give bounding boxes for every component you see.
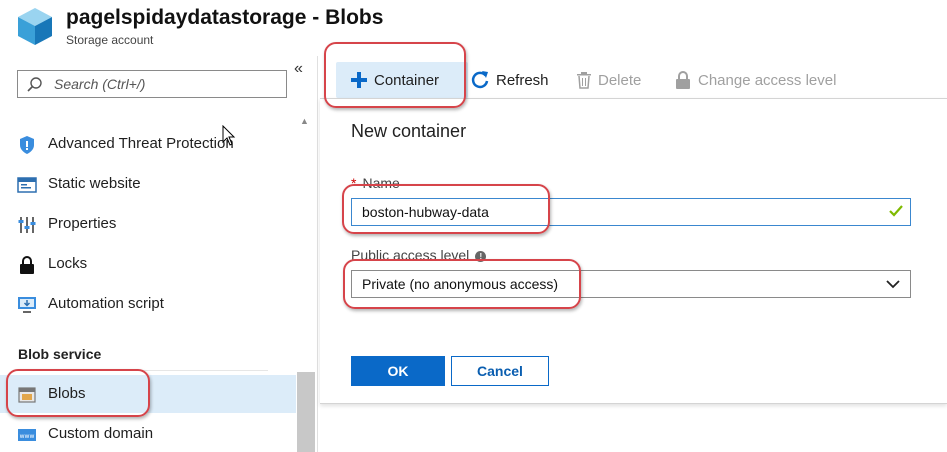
website-icon [17,177,37,193]
scrollbar-thumb[interactable] [297,372,315,452]
lock-icon [676,71,690,89]
collapse-menu-button[interactable]: « [294,60,303,78]
ok-button[interactable]: OK [351,356,445,386]
properties-icon [18,217,36,233]
search-input[interactable] [54,74,280,94]
sidebar-item-label: Custom domain [48,425,154,442]
search-box[interactable] [17,70,287,98]
storage-account-icon [18,8,52,45]
automation-icon [18,297,36,313]
new-container-dialog: New container * Name Public access level!… [320,98,947,404]
sidebar-item-custom-domain[interactable]: www Custom domain [0,415,296,452]
access-level-dropdown[interactable]: Private (no anonymous access) [351,270,911,298]
sidebar-item-label: Properties [48,215,117,232]
svg-text:www: www [20,433,35,440]
name-field[interactable] [351,198,911,226]
checkmark-icon [889,205,903,217]
resource-menu: « ▲ Advanced Threat Protection Static we… [0,56,318,452]
section-divider [18,370,268,371]
domain-icon: www [18,429,36,441]
refresh-label: Refresh [496,71,549,89]
sidebar-item-advanced-threat-protection[interactable]: Advanced Threat Protection [0,125,296,163]
info-icon[interactable]: ! [475,251,487,262]
access-level-label: Public access level! [351,247,487,263]
sidebar-item-blobs[interactable]: Blobs [0,375,296,413]
sidebar-item-label: Blobs [48,385,86,402]
cancel-button[interactable]: Cancel [451,356,549,386]
sidebar-item-locks[interactable]: Locks [0,245,296,283]
sidebar-item-label: Locks [48,255,88,272]
blade-header: pagelspidaydatastorage - Blobs Storage a… [0,0,947,56]
required-marker: * [351,175,357,191]
plus-icon [351,72,367,88]
change-access-level-label: Change access level [698,71,837,89]
refresh-icon [471,71,489,89]
add-container-label: Container [374,71,440,89]
page-subtitle: Storage account [66,33,154,47]
name-field-label: * Name [351,175,400,191]
change-access-level-button[interactable]: Change access level [674,62,836,98]
sidebar-item-label: Static website [48,175,141,192]
section-header-blob-service: Blob service [18,346,102,362]
sidebar-item-static-website[interactable]: Static website [0,165,296,203]
mouse-cursor-icon [222,125,236,146]
sidebar-item-label: Automation script [48,295,164,312]
lock-icon [20,256,34,274]
dialog-title: New container [351,121,467,141]
chevron-down-icon [886,280,900,289]
refresh-button[interactable]: Refresh [470,62,549,98]
blobs-icon [18,387,36,403]
container-name-input[interactable] [362,203,862,221]
page-title: pagelspidaydatastorage - Blobs [66,6,384,29]
sidebar-item-automation-script[interactable]: Automation script [0,285,296,323]
scroll-up-icon[interactable]: ▲ [300,116,309,126]
access-level-selected-value: Private (no anonymous access) [362,276,559,292]
sidebar-item-properties[interactable]: Properties [0,205,296,243]
add-container-button[interactable]: Container [336,62,468,98]
search-icon [27,77,42,92]
sidebar-item-label: Advanced Threat Protection [48,135,234,152]
delete-button[interactable]: Delete [576,62,641,98]
delete-label: Delete [598,71,642,89]
name-label-text: Name [362,175,400,191]
trash-icon [577,72,591,89]
access-level-label-text: Public access level [351,247,470,263]
command-bar: Container Refresh Delete Change access l… [318,56,947,98]
shield-icon [20,136,34,154]
